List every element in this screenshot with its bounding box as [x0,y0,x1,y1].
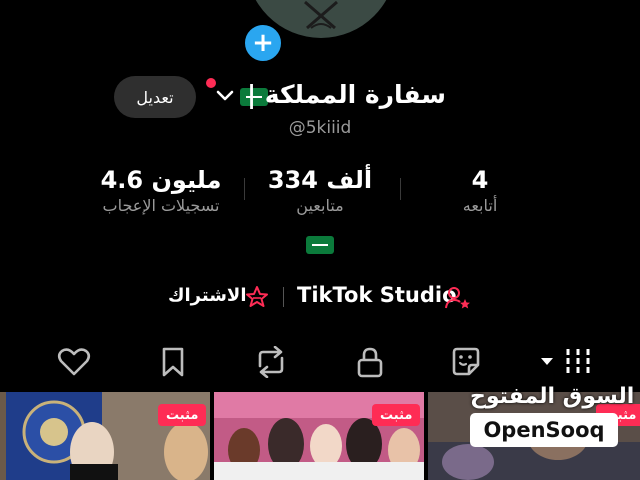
sticker-smile-icon [452,347,480,376]
heart-outline-icon [57,348,91,376]
repost-icon [258,346,284,378]
tab-private[interactable] [352,344,388,380]
creator-person-star-icon[interactable] [444,285,472,311]
stats-divider [400,178,401,200]
video-thumbnail[interactable]: مثبت [0,392,210,480]
watermark-latin-text: OpenSooq [483,418,605,442]
video-thumbnail[interactable]: مثبت [214,392,424,480]
caret-down-icon[interactable] [540,357,554,366]
crossed-swords-emblem [304,0,338,30]
likes-count: 4.6 مليون [100,166,222,194]
grid-lines-icon [566,349,590,375]
chevron-down-icon[interactable] [214,86,236,104]
tab-stickers[interactable] [448,344,484,380]
plus-icon: + [252,28,274,58]
following-label: أتابعه [462,196,498,215]
profile-display-name: سفارة المملكة | [246,80,446,109]
stats-divider [244,178,245,200]
lock-icon [357,347,383,378]
links-divider [283,287,284,307]
following-count: 4 [471,166,489,194]
add-profile-photo-button[interactable]: + [242,22,284,64]
followers-count: 334 ألف [267,166,373,194]
bookmark-icon [162,347,184,377]
tab-liked[interactable] [56,344,92,380]
pinned-badge: مثبت [372,404,421,426]
edit-profile-button[interactable]: تعديل [114,76,196,118]
bio-saudi-flag-icon [306,236,334,254]
tiktok-studio-link-label[interactable]: TikTok Studio [297,283,457,307]
pinned-badge: مثبت [158,404,207,426]
tab-reposts[interactable] [253,344,289,380]
likes-label: تسجيلات الإعجاب [102,196,220,215]
opensooq-watermark: السوق المفتوح OpenSooq [470,384,635,447]
subscription-star-icon[interactable] [244,284,270,310]
watermark-logo-box: OpenSooq [470,413,618,447]
subscription-link-label[interactable]: الاشتراك [168,285,247,306]
followers-stat[interactable]: 334 ألف متابعين [262,166,378,215]
profile-username: @5kiiid [288,118,352,138]
likes-stat[interactable]: 4.6 مليون تسجيلات الإعجاب [86,166,236,215]
following-stat[interactable]: 4 أتابعه [430,166,530,215]
tab-favorites[interactable] [155,344,191,380]
followers-label: متابعين [296,196,344,215]
tab-videos-grid[interactable] [560,344,596,380]
watermark-arabic-text: السوق المفتوح [470,384,635,409]
